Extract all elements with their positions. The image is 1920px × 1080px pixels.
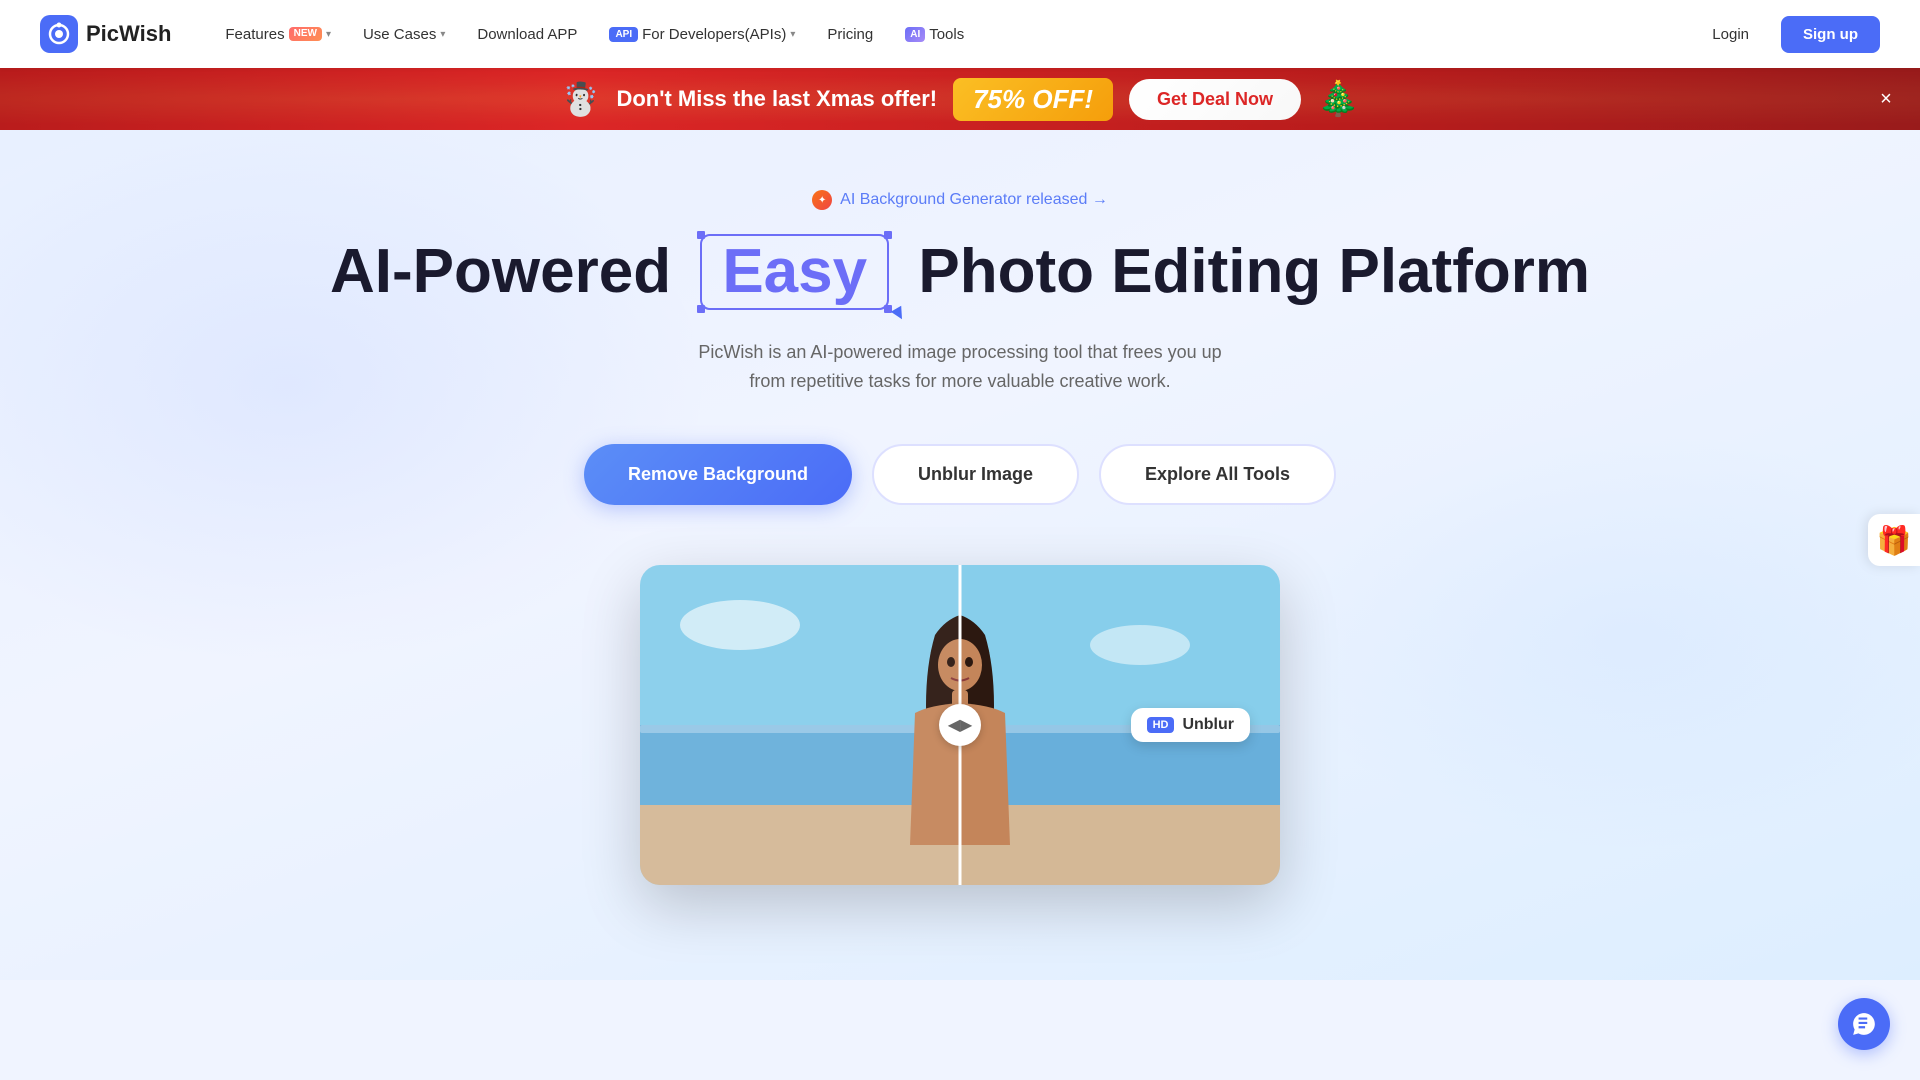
drag-icon: ◀▶ — [948, 715, 973, 735]
new-badge: NEW — [289, 27, 322, 41]
hero-title: AI-Powered Easy Photo Editing Platform — [330, 234, 1590, 310]
nav-tools[interactable]: AI Tools — [891, 18, 978, 51]
login-button[interactable]: Login — [1696, 18, 1765, 51]
navbar: PicWish Features NEW ▾ Use Cases ▾ Downl… — [0, 0, 1920, 68]
picwish-logo-icon — [40, 15, 78, 53]
gift-widget[interactable]: 🎁 — [1868, 514, 1920, 566]
get-deal-button[interactable]: Get Deal Now — [1129, 79, 1301, 120]
hero-buttons: Remove Background Unblur Image Explore A… — [584, 444, 1336, 505]
chat-icon — [1851, 1011, 1877, 1037]
signup-button[interactable]: Sign up — [1781, 16, 1880, 53]
snowman-icon: ☃️ — [561, 80, 601, 118]
nav-download-app[interactable]: Download APP — [463, 18, 591, 51]
hd-badge: HD — [1147, 717, 1175, 733]
chat-widget[interactable] — [1838, 998, 1890, 1050]
ai-dot-icon: ✦ — [812, 190, 832, 210]
chevron-down-icon: ▾ — [326, 29, 331, 40]
unblur-badge: HD Unblur — [1131, 708, 1250, 742]
easy-word-wrapper: Easy — [700, 234, 889, 310]
nav-developers[interactable]: API For Developers(APIs) ▾ — [595, 18, 809, 51]
promo-banner: ☃️ Don't Miss the last Xmas offer! 75% O… — [0, 68, 1920, 130]
explore-all-tools-button[interactable]: Explore All Tools — [1099, 444, 1336, 505]
chevron-down-icon: ▾ — [790, 29, 795, 40]
logo[interactable]: PicWish — [40, 15, 171, 53]
discount-badge: 75% OFF! — [953, 78, 1113, 121]
easy-word-box: Easy — [700, 234, 889, 310]
ai-announcement-text[interactable]: AI Background Generator released → — [840, 191, 1108, 209]
hero-title-prefix: AI-Powered — [330, 237, 671, 306]
cursor-icon — [891, 306, 907, 322]
hero-title-highlight: Easy — [722, 237, 867, 306]
nav-links: Features NEW ▾ Use Cases ▾ Download APP … — [211, 18, 1696, 51]
promo-message: Don't Miss the last Xmas offer! — [616, 86, 937, 112]
nav-right: Login Sign up — [1696, 16, 1880, 53]
christmas-tree-icon: 🎄 — [1317, 79, 1359, 119]
hero-title-suffix: Photo Editing Platform — [918, 237, 1590, 306]
hero-section: ✦ AI Background Generator released → AI-… — [0, 130, 1920, 980]
close-banner-button[interactable]: × — [1872, 85, 1900, 113]
chevron-down-icon: ▾ — [440, 29, 445, 40]
gift-icon: 🎁 — [1877, 524, 1912, 557]
nav-use-cases[interactable]: Use Cases ▾ — [349, 18, 459, 51]
ai-announcement-banner[interactable]: ✦ AI Background Generator released → — [812, 190, 1108, 210]
nav-pricing[interactable]: Pricing — [813, 18, 887, 51]
selection-handle — [697, 305, 705, 313]
nav-features[interactable]: Features NEW ▾ — [211, 18, 345, 51]
hero-subtitle: PicWish is an AI-powered image processin… — [680, 338, 1240, 396]
comparison-handle[interactable]: ◀▶ — [939, 704, 981, 746]
image-comparison-widget: ◀▶ HD Unblur — [640, 565, 1280, 885]
unblur-label: Unblur — [1182, 716, 1234, 734]
logo-text: PicWish — [86, 21, 171, 47]
remove-background-button[interactable]: Remove Background — [584, 444, 852, 505]
api-badge: API — [609, 27, 638, 42]
ai-badge: AI — [905, 27, 925, 42]
unblur-image-button[interactable]: Unblur Image — [872, 444, 1079, 505]
